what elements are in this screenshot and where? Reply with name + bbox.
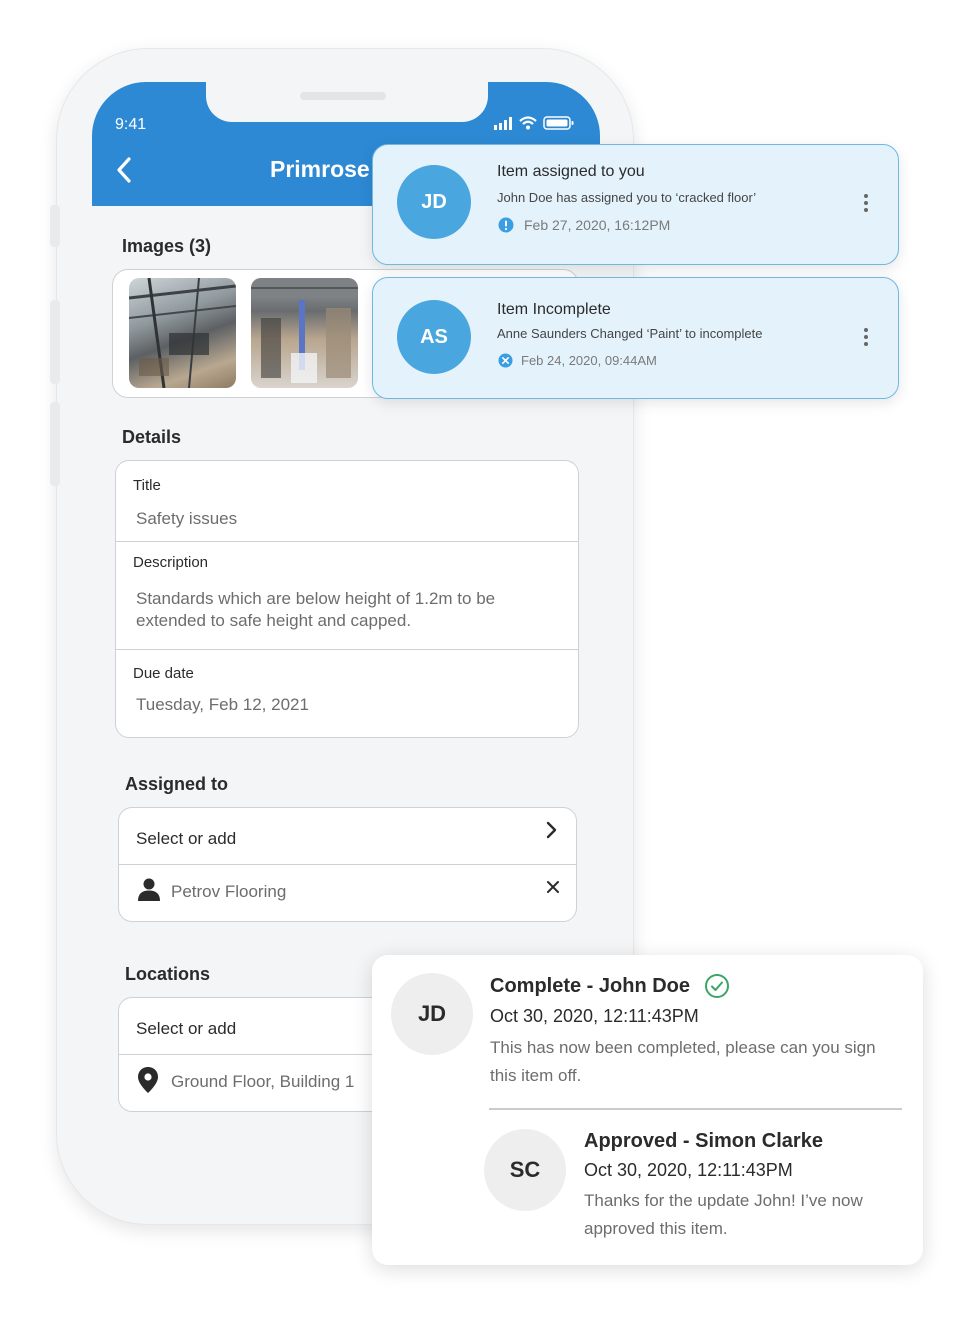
signal-wifi-battery-icon <box>494 116 574 130</box>
close-circle-icon <box>498 353 513 368</box>
images-section-title: Images (3) <box>122 236 212 256</box>
assigned-select-label: Select or add <box>136 829 237 848</box>
notification-date: Feb 24, 2020, 09:44AM <box>521 353 657 368</box>
assigned-card: Select or add Petrov Flooring <box>118 807 577 922</box>
comment-title: Approved - Simon Clarke <box>584 1130 823 1152</box>
locations-select-label: Select or add <box>136 1019 237 1038</box>
notification-body: John Doe has assigned you to ‘cracked fl… <box>497 190 757 205</box>
comment-date: Oct 30, 2020, 12:11:43PM <box>490 1006 699 1026</box>
title-field-value[interactable]: Safety issues <box>136 508 237 530</box>
notification-card[interactable]: JD Item assigned to you John Doe has ass… <box>372 144 899 265</box>
image-thumbnail[interactable] <box>251 278 358 388</box>
comment-body: This has now been completed, please can … <box>490 1038 876 1085</box>
info-icon <box>498 217 514 233</box>
details-card: Title Safety issues Description Standard… <box>115 460 579 738</box>
phone-speaker <box>300 92 386 100</box>
status-time: 9:41 <box>115 116 147 133</box>
person-icon <box>138 878 160 901</box>
avatar: JD <box>391 973 473 1055</box>
comment-body: Thanks for the update John! I’ve now app… <box>584 1191 863 1238</box>
chevron-left-icon <box>117 157 131 183</box>
notification-title: Item assigned to you <box>497 163 645 180</box>
divider <box>119 864 576 865</box>
description-field-label: Description <box>133 554 209 571</box>
avatar: JD <box>397 165 471 239</box>
assigned-section-title: Assigned to <box>125 774 229 794</box>
due-date-field-value[interactable]: Tuesday, Feb 12, 2021 <box>136 694 309 716</box>
details-section-title: Details <box>122 427 182 447</box>
activity-card: JD Complete - John Doe Oct 30, 2020, 12:… <box>372 955 923 1265</box>
assigned-entry: Petrov Flooring <box>171 882 287 901</box>
close-icon[interactable] <box>546 880 560 894</box>
status-icons <box>494 115 576 136</box>
divider <box>489 1108 902 1110</box>
notification-title: Item Incomplete <box>497 301 611 318</box>
title-field-label: Title <box>133 477 161 494</box>
locations-section-title: Locations <box>125 964 211 984</box>
notification-date: Feb 27, 2020, 16:12PM <box>524 217 671 233</box>
image-thumbnail[interactable] <box>129 278 236 388</box>
divider <box>116 541 578 542</box>
avatar: AS <box>397 300 471 374</box>
chevron-right-icon <box>546 821 557 839</box>
location-pin-icon <box>138 1067 158 1093</box>
back-button[interactable] <box>114 156 134 189</box>
phone-mute-switch <box>50 205 60 247</box>
phone-notch <box>206 82 488 122</box>
check-circle-icon <box>705 974 729 998</box>
notification-body: Anne Saunders Changed ‘Paint’ to incompl… <box>497 326 763 341</box>
phone-volume-down <box>50 402 60 486</box>
avatar: SC <box>484 1129 566 1211</box>
comment-title: Complete - John Doe <box>490 975 691 997</box>
comment-date: Oct 30, 2020, 12:11:43PM <box>584 1160 793 1180</box>
more-options-icon[interactable] <box>864 325 868 349</box>
locations-entry: Ground Floor, Building 1 <box>171 1072 355 1091</box>
notification-card[interactable]: AS Item Incomplete Anne Saunders Changed… <box>372 277 899 399</box>
page-title: Primrose <box>270 156 370 182</box>
divider <box>116 649 578 650</box>
more-options-icon[interactable] <box>864 191 868 215</box>
phone-volume-up <box>50 300 60 384</box>
due-date-field-label: Due date <box>133 665 194 682</box>
assigned-select-row[interactable]: Select or add <box>119 808 576 864</box>
description-field-value[interactable]: Standards which are below height of 1.2m… <box>136 588 556 632</box>
